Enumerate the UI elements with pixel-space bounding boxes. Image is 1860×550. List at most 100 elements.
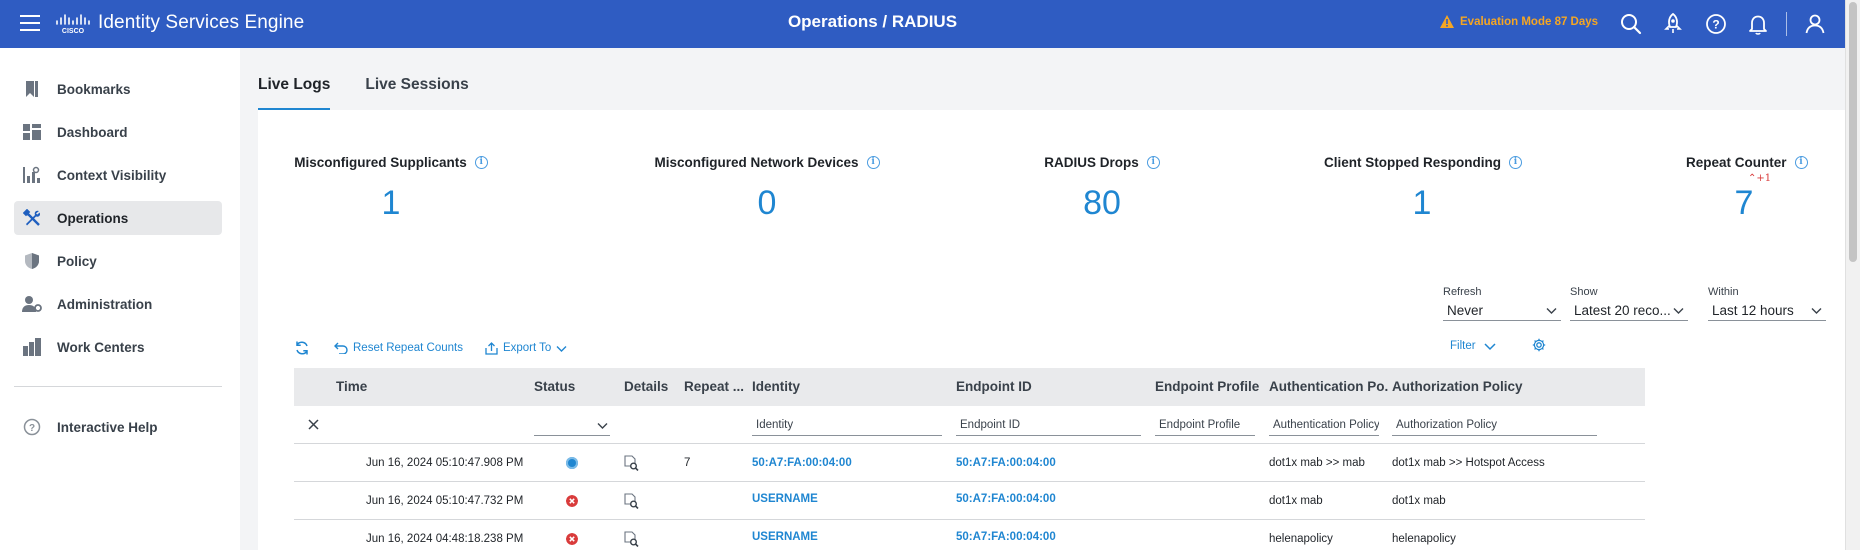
column-header-details[interactable]: Details — [624, 368, 684, 406]
cell-identity[interactable]: USERNAME — [752, 520, 818, 550]
sidebar-item-interactive-help[interactable]: ? Interactive Help — [14, 410, 222, 444]
show-select[interactable]: Latest 20 reco... — [1570, 301, 1688, 321]
details-icon[interactable] — [624, 455, 639, 471]
chevron-down-icon — [1546, 308, 1557, 314]
chevron-down-icon — [1673, 308, 1684, 314]
cell-time: Jun 16, 2024 04:48:18.238 PM — [366, 533, 524, 545]
details-icon[interactable] — [624, 531, 639, 547]
tab-live-logs[interactable]: Live Logs — [258, 76, 331, 111]
authorization-policy-filter-input[interactable]: Authorization Policy — [1392, 414, 1597, 436]
info-icon[interactable]: i — [1146, 156, 1160, 169]
table-toolbar: Reset Repeat Counts Export To — [294, 340, 589, 356]
evaluation-banner[interactable]: Evaluation Mode 87 Days — [1440, 15, 1598, 28]
export-to-button[interactable]: Export To — [485, 341, 567, 355]
endpoint-profile-filter-input[interactable]: Endpoint Profile — [1155, 414, 1255, 436]
show-value: Latest 20 reco... — [1574, 303, 1671, 318]
counter-value[interactable]: 1 — [1324, 184, 1520, 223]
cell-identity[interactable]: USERNAME — [752, 482, 818, 520]
sidebar-item-label: Operations — [57, 210, 129, 226]
user-profile-icon[interactable] — [1803, 12, 1827, 36]
counter-misconfigured-network-devices[interactable]: Misconfigured Network Devices i 0 — [652, 154, 882, 223]
details-icon[interactable] — [624, 493, 639, 509]
counter-misconfigured-supplicants[interactable]: Misconfigured Supplicants i 1 — [294, 154, 488, 223]
info-icon[interactable]: i — [474, 156, 488, 169]
column-header-endpoint-profile[interactable]: Endpoint Profile — [1155, 368, 1265, 406]
sidebar-item-administration[interactable]: Administration — [14, 287, 222, 321]
cell-identity[interactable]: 50:A7:FA:00:04:00 — [752, 444, 852, 482]
status-filter-select[interactable] — [534, 414, 610, 436]
within-control: Within Last 12 hours — [1708, 286, 1826, 321]
evaluation-text: Evaluation Mode 87 Days — [1460, 15, 1599, 28]
chevron-down-icon — [1484, 342, 1496, 350]
within-select[interactable]: Last 12 hours — [1708, 301, 1826, 321]
table-row[interactable]: Jun 16, 2024 05:10:47.732 PM USERNAME 50… — [294, 482, 1645, 520]
bookmark-icon — [22, 79, 42, 99]
help-icon[interactable]: ? — [1704, 12, 1728, 36]
counter-value[interactable]: 0 — [652, 184, 882, 223]
filter-button[interactable]: Filter — [1450, 340, 1496, 352]
wrench-icon — [22, 208, 42, 228]
sidebar-item-label: Work Centers — [57, 339, 145, 355]
counter-value[interactable]: 7 — [1686, 184, 1802, 223]
rocket-icon[interactable] — [1661, 12, 1685, 36]
counter-label: Repeat Counter — [1686, 155, 1787, 170]
endpoint-id-filter-input[interactable]: Endpoint ID — [956, 414, 1141, 436]
sidebar-item-work-centers[interactable]: Work Centers — [14, 330, 222, 364]
sidebar-item-policy[interactable]: Policy — [14, 244, 222, 278]
counter-value[interactable]: 1 — [294, 184, 488, 223]
sidebar-item-operations[interactable]: Operations — [14, 201, 222, 235]
cell-time: Jun 16, 2024 05:10:47.908 PM — [366, 457, 524, 469]
clear-filters-icon[interactable] — [308, 419, 319, 430]
refresh-label: Refresh — [1443, 286, 1482, 298]
table-row[interactable]: Jun 16, 2024 05:10:47.908 PM 7 50:A7:FA:… — [294, 444, 1645, 482]
column-header-endpoint-id[interactable]: Endpoint ID — [956, 368, 1136, 406]
counter-label: Misconfigured Network Devices — [654, 155, 859, 170]
notifications-bell-icon[interactable] — [1746, 12, 1770, 36]
table-row[interactable]: Jun 16, 2024 04:48:18.238 PM USERNAME 50… — [294, 520, 1645, 550]
authentication-policy-filter-input[interactable]: Authentication Policy — [1269, 414, 1379, 436]
status-failed-icon — [566, 533, 578, 545]
sidebar-item-context-visibility[interactable]: Context Visibility — [14, 158, 222, 192]
cell-authorization-policy: dot1x mab >> Hotspot Access — [1392, 457, 1545, 469]
counter-client-stopped-responding[interactable]: Client Stopped Responding i 1 — [1324, 154, 1522, 223]
dashboard-icon — [22, 122, 42, 142]
info-icon[interactable]: i — [866, 156, 880, 169]
sidebar-item-label: Dashboard — [57, 124, 128, 140]
counter-repeat-counter[interactable]: Repeat Counter i 7 — [1686, 154, 1808, 223]
sidebar-item-bookmarks[interactable]: Bookmarks — [14, 72, 222, 106]
delta-value: +1 — [1756, 173, 1772, 184]
info-icon[interactable]: i — [1794, 156, 1808, 169]
gear-icon[interactable] — [1532, 338, 1546, 352]
status-failed-icon — [566, 495, 578, 507]
counter-value[interactable]: 80 — [1044, 184, 1160, 223]
tab-live-sessions[interactable]: Live Sessions — [365, 76, 468, 111]
sidebar-item-label: Context Visibility — [57, 167, 167, 183]
admin-user-icon — [22, 294, 42, 314]
scrollbar-thumb[interactable] — [1849, 2, 1857, 262]
cell-endpoint-id[interactable]: 50:A7:FA:00:04:00 — [956, 444, 1056, 482]
refresh-icon[interactable] — [294, 340, 310, 356]
column-header-status[interactable]: Status — [534, 368, 614, 406]
counter-radius-drops[interactable]: RADIUS Drops i 80 — [1044, 154, 1160, 223]
search-icon[interactable] — [1619, 12, 1643, 36]
column-header-identity[interactable]: Identity — [752, 368, 932, 406]
counter-label: RADIUS Drops — [1044, 155, 1139, 170]
reset-repeat-counts-button[interactable]: Reset Repeat Counts — [334, 342, 463, 354]
show-label: Show — [1570, 286, 1598, 298]
cell-endpoint-id[interactable]: 50:A7:FA:00:04:00 — [956, 482, 1056, 520]
cell-endpoint-id[interactable]: 50:A7:FA:00:04:00 — [956, 520, 1056, 550]
column-header-repeat[interactable]: Repeat ... — [684, 368, 750, 406]
sidebar-item-label: Bookmarks — [57, 81, 131, 97]
column-header-time[interactable]: Time — [336, 368, 486, 406]
identity-filter-input[interactable]: Identity — [752, 414, 942, 436]
page-scrollbar[interactable] — [1845, 0, 1860, 550]
column-header-authentication-policy[interactable]: Authentication Po... — [1269, 368, 1389, 406]
export-to-label: Export To — [502, 342, 552, 354]
refresh-value: Never — [1447, 303, 1484, 318]
counter-label: Client Stopped Responding — [1324, 155, 1501, 170]
sidebar-item-dashboard[interactable]: Dashboard — [14, 115, 222, 149]
refresh-select[interactable]: Never — [1443, 301, 1561, 321]
column-header-authorization-policy[interactable]: Authorization Policy — [1392, 368, 1592, 406]
cell-time: Jun 16, 2024 05:10:47.732 PM — [366, 495, 524, 507]
info-icon[interactable]: i — [1509, 156, 1522, 169]
